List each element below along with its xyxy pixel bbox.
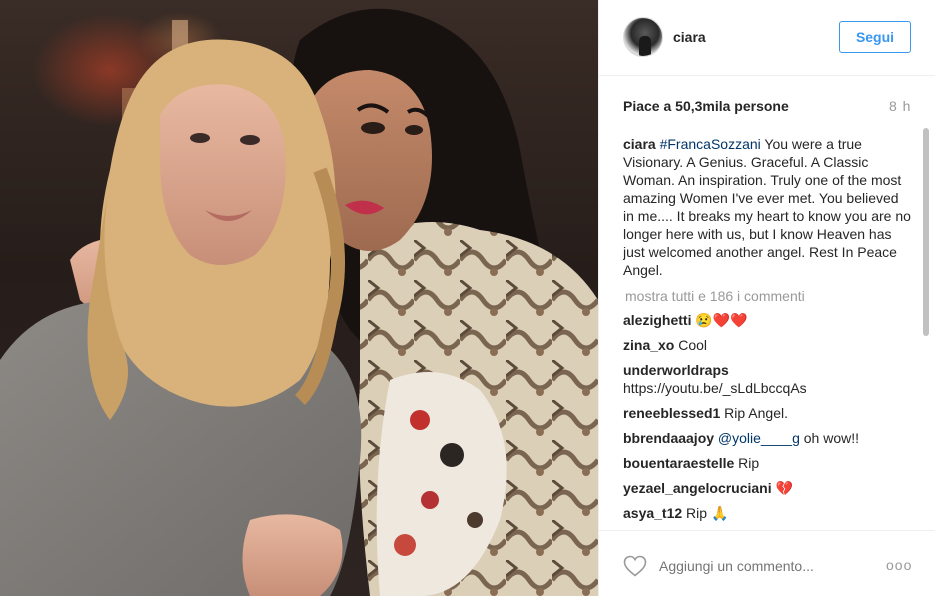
author-username[interactable]: ciara [673,29,706,45]
comment-text: oh wow!! [799,430,859,446]
comment-username[interactable]: alezighetti [623,312,691,328]
caption-hashtag[interactable]: #FrancaSozzani [660,136,761,152]
comment-text: 💔 [771,480,793,496]
comment-item: zina_xo Cool [623,336,913,354]
comment-username[interactable]: yezael_angelocruciani [623,480,772,496]
caption-text: You were a true Visionary. A Genius. Gra… [623,136,911,278]
comment-item: yezael_angelocruciani 💔 [623,479,913,497]
photo-illustration [0,8,598,596]
ellipsis-icon[interactable]: ooo [886,557,912,573]
post-header: ciara Segui [599,0,935,76]
comment-text: 😢❤️❤️ [691,312,748,328]
caption-username[interactable]: ciara [623,136,656,152]
comment-username[interactable]: asya_t12 [623,505,682,521]
comments-list[interactable]: ciara #FrancaSozzani You were a true Vis… [623,135,913,530]
comment-username[interactable]: zina_xo [623,337,674,353]
comments-scrollbar[interactable] [920,128,931,530]
comment-mention[interactable]: @yolie____g [718,430,800,446]
likes-count[interactable]: Piace a 50,3mila persone [623,98,789,114]
post-photo[interactable] [0,0,598,596]
add-comment-input[interactable] [659,558,859,574]
comment-username[interactable]: underworldraps [623,362,729,378]
avatar[interactable] [623,17,663,57]
comment-username[interactable]: reneeblessed1 [623,405,720,421]
post-footer: ooo [599,530,935,596]
comment-text: Rip [734,455,760,471]
comment-text: Rip 🙏 [682,505,729,521]
comment-username[interactable]: bouentaraestelle [623,455,734,471]
scrollbar-thumb[interactable] [923,128,929,336]
post-age[interactable]: 8 h [889,98,911,114]
show-all-comments-link[interactable]: mostra tutti e 186 i commenti [625,287,913,305]
heart-outline-icon[interactable] [623,555,647,577]
comment-text: Cool [674,337,708,353]
comment-item: asya_t12 Rip 🙏 [623,504,913,522]
post-caption: ciara #FrancaSozzani You were a true Vis… [623,135,913,279]
comment-item: bouentaraestelle Rip [623,454,913,472]
comment-link[interactable]: https://youtu.be/_sLdLbccqAs [623,380,807,396]
comment-username[interactable]: bbrendaaajoy [623,430,714,446]
comment-text: Rip Angel. [720,405,789,421]
comment-item: reneeblessed1 Rip Angel. [623,404,913,422]
comment-item: bbrendaaajoy @yolie____g oh wow!! [623,429,913,447]
follow-button[interactable]: Segui [839,21,911,53]
comment-item: alezighetti 😢❤️❤️ [623,311,913,329]
comment-item: underworldraps https://youtu.be/_sLdLbcc… [623,361,913,397]
post-details-panel: ciara Segui Piace a 50,3mila persone 8 h… [598,0,935,596]
